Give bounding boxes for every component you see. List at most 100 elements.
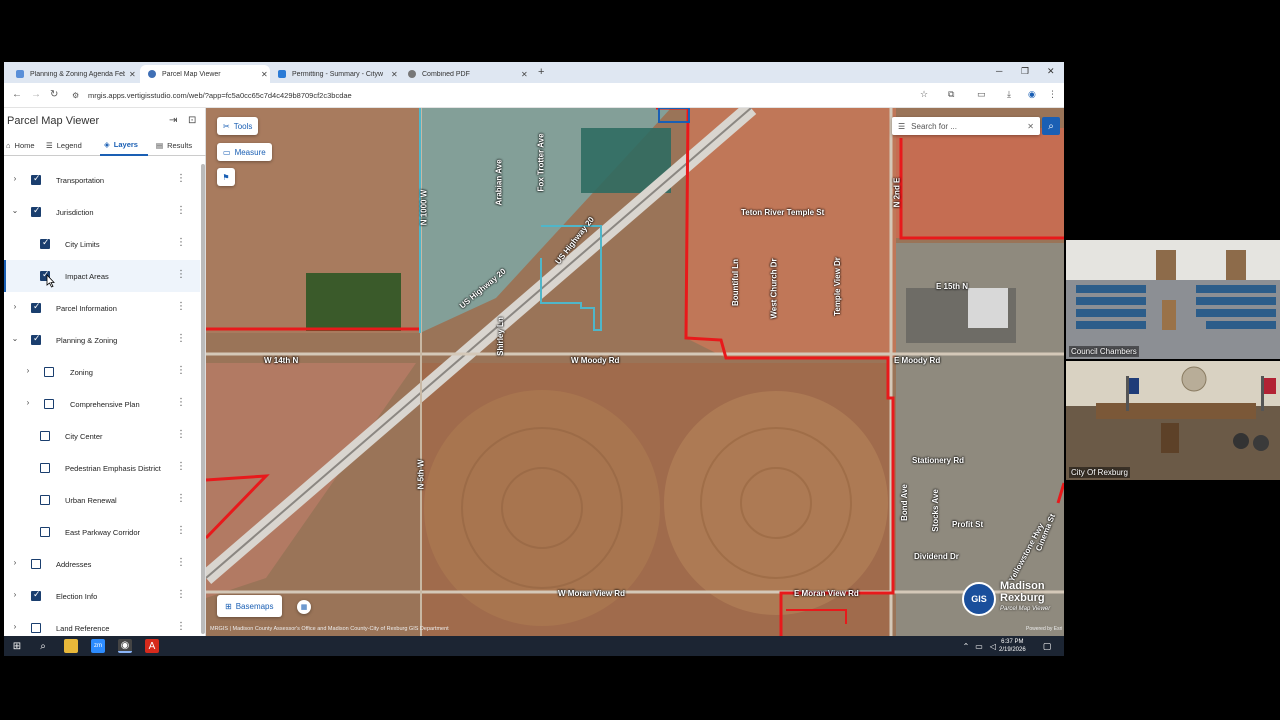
close-icon[interactable]: ✕: [261, 70, 268, 79]
more-options-icon[interactable]: ⋮: [176, 429, 186, 440]
close-window-icon[interactable]: ✕: [1047, 66, 1055, 77]
layer-urban-renewal[interactable]: Urban Renewal ⋮: [4, 484, 200, 516]
close-icon[interactable]: ✕: [391, 70, 398, 79]
map-view[interactable]: N 1000 W Arabian Ave Fox Trotter Ave US …: [206, 108, 1064, 636]
tab-layers[interactable]: ◈ Layers: [100, 134, 148, 156]
chevron-right-icon[interactable]: ›: [11, 302, 19, 311]
layer-checkbox[interactable]: [40, 527, 50, 537]
menu-icon[interactable]: ⋮: [1048, 89, 1058, 99]
layer-land-reference[interactable]: › Land Reference ⋮: [4, 612, 200, 636]
clear-icon[interactable]: ✕: [1027, 122, 1034, 131]
basemap-toggle-button[interactable]: ▦: [297, 600, 311, 614]
more-options-icon[interactable]: ⋮: [176, 365, 186, 376]
volume-icon[interactable]: ◁: [986, 639, 1000, 653]
chevron-down-icon[interactable]: ⌄: [11, 206, 19, 215]
profile-icon[interactable]: ◉: [1028, 89, 1038, 99]
forward-icon[interactable]: →: [31, 89, 41, 100]
layer-checkbox[interactable]: [31, 589, 41, 601]
panel-scrollbar[interactable]: [201, 164, 205, 634]
panel-dock-icon[interactable]: ⊡: [188, 115, 196, 126]
notifications-icon[interactable]: ▢: [1040, 639, 1054, 653]
more-options-icon[interactable]: ⋮: [176, 493, 186, 504]
extensions-icon[interactable]: ⧉: [948, 89, 958, 99]
more-options-icon[interactable]: ⋮: [176, 237, 186, 248]
chevron-down-icon[interactable]: ⌄: [11, 334, 19, 343]
layer-checkbox[interactable]: [31, 559, 41, 569]
acrobat-icon[interactable]: A: [145, 639, 159, 653]
more-options-icon[interactable]: ⋮: [176, 525, 186, 536]
tab-combined-pdf[interactable]: Combined PDF ✕: [400, 65, 530, 83]
search-icon[interactable]: ⌕: [36, 639, 50, 653]
tab-legend[interactable]: ☰ Legend: [46, 134, 96, 156]
taskbar-clock[interactable]: 6:37 PM 2/19/2026: [999, 638, 1026, 654]
search-input[interactable]: ☰ Search for ... ✕: [892, 117, 1040, 135]
layer-zoning[interactable]: › Zoning ⋮: [4, 356, 200, 388]
download-icon[interactable]: ⤓: [1007, 89, 1017, 99]
layer-checkbox[interactable]: [31, 333, 41, 345]
maximize-icon[interactable]: ❐: [1021, 66, 1029, 77]
chevron-right-icon[interactable]: ›: [11, 174, 19, 183]
bookmark-star-icon[interactable]: ☆: [920, 89, 930, 99]
minimize-icon[interactable]: ─: [996, 66, 1002, 76]
more-options-icon[interactable]: ⋮: [176, 461, 186, 472]
site-info-icon[interactable]: ⚙: [72, 91, 79, 100]
search-button[interactable]: ⌕: [1042, 117, 1060, 135]
layer-election-info[interactable]: › Election Info ⋮: [4, 580, 200, 612]
more-options-icon[interactable]: ⋮: [176, 205, 186, 216]
layer-jurisdiction[interactable]: ⌄ Jurisdiction ⋮: [4, 196, 200, 228]
panel-toggle-icon[interactable]: ⇥: [169, 115, 177, 126]
layer-impact-areas[interactable]: Impact Areas ⋮: [4, 260, 200, 292]
layer-checkbox[interactable]: [40, 237, 50, 249]
tools-button[interactable]: ✂ Tools: [217, 117, 259, 135]
chevron-right-icon[interactable]: ›: [11, 622, 19, 631]
new-tab-icon[interactable]: +: [538, 66, 544, 78]
more-options-icon[interactable]: ⋮: [176, 621, 186, 632]
more-options-icon[interactable]: ⋮: [176, 269, 186, 280]
layer-east-parkway-corridor[interactable]: East Parkway Corridor ⋮: [4, 516, 200, 548]
tab-parcel-map-viewer[interactable]: Parcel Map Viewer ✕: [140, 65, 270, 83]
tab-results[interactable]: ▤ Results: [156, 134, 206, 156]
close-icon[interactable]: ✕: [129, 70, 136, 79]
more-options-icon[interactable]: ⋮: [176, 557, 186, 568]
chevron-right-icon[interactable]: ›: [11, 590, 19, 599]
measure-button[interactable]: ▭ Measure: [217, 143, 272, 161]
layer-planning-zoning[interactable]: ⌄ Planning & Zoning ⋮: [4, 324, 200, 356]
tab-planning-zoning-agenda[interactable]: Planning & Zoning Agenda Feb ✕: [8, 65, 140, 83]
windows-start-icon[interactable]: ⊞: [10, 639, 24, 653]
tray-chevron-icon[interactable]: ⌃: [959, 639, 973, 653]
cast-icon[interactable]: ▭: [977, 89, 987, 99]
layer-checkbox[interactable]: [40, 495, 50, 505]
layer-city-limits[interactable]: City Limits ⋮: [4, 228, 200, 260]
layer-parcel-information[interactable]: › Parcel Information ⋮: [4, 292, 200, 324]
more-options-icon[interactable]: ⋮: [176, 333, 186, 344]
network-icon[interactable]: ▭: [972, 639, 986, 653]
layer-checkbox[interactable]: [40, 431, 50, 441]
chevron-right-icon[interactable]: ›: [24, 398, 32, 407]
reload-icon[interactable]: ↻: [50, 89, 58, 100]
layer-transportation[interactable]: › Transportation ⋮: [4, 164, 200, 196]
more-options-icon[interactable]: ⋮: [176, 173, 186, 184]
file-explorer-icon[interactable]: [64, 639, 78, 653]
more-options-icon[interactable]: ⋮: [176, 397, 186, 408]
layer-addresses[interactable]: › Addresses ⋮: [4, 548, 200, 580]
tab-home[interactable]: ⌂ Home: [4, 134, 40, 156]
more-options-icon[interactable]: ⋮: [176, 301, 186, 312]
more-options-icon[interactable]: ⋮: [176, 589, 186, 600]
layer-checkbox[interactable]: [44, 367, 54, 377]
chevron-right-icon[interactable]: ›: [11, 558, 19, 567]
chrome-icon[interactable]: ◉: [118, 639, 132, 653]
back-icon[interactable]: ←: [12, 89, 22, 100]
layer-city-center[interactable]: City Center ⋮: [4, 420, 200, 452]
layer-comprehensive-plan[interactable]: › Comprehensive Plan ⋮: [4, 388, 200, 420]
close-icon[interactable]: ✕: [521, 70, 528, 79]
tab-permitting-summary[interactable]: Permitting - Summary - Cityw ✕: [270, 65, 400, 83]
identify-button[interactable]: ⚑: [217, 168, 235, 186]
layer-checkbox[interactable]: [31, 623, 41, 633]
layer-checkbox[interactable]: [40, 463, 50, 473]
layer-pedestrian-emphasis-district[interactable]: Pedestrian Emphasis District ⋮: [4, 452, 200, 484]
zoom-icon[interactable]: zm: [91, 639, 105, 653]
url-field[interactable]: mrgis.apps.vertigisstudio.com/web/?app=f…: [88, 91, 352, 100]
search-menu-icon[interactable]: ☰: [898, 122, 905, 131]
chevron-right-icon[interactable]: ›: [24, 366, 32, 375]
layer-checkbox[interactable]: [31, 205, 41, 217]
